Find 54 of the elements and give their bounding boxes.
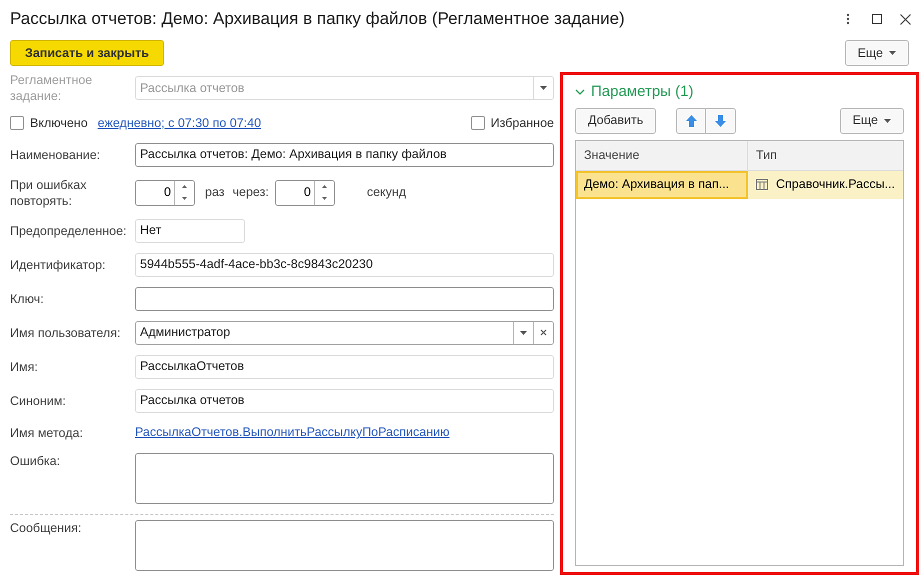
clear-icon[interactable]	[540, 329, 547, 336]
checkbox-label: Избранное	[490, 115, 554, 132]
field-label: Синоним:	[10, 392, 67, 409]
number-spinner[interactable]: 0	[135, 180, 195, 206]
table-icon	[756, 179, 768, 190]
field-label: Сообщения:	[10, 520, 82, 537]
column-header[interactable]: Значение	[576, 140, 748, 170]
method-link[interactable]: РассылкаОтчетов.ВыполнитьРассылкуПоРасписанию	[135, 423, 450, 442]
column-header[interactable]: Тип	[748, 140, 903, 170]
save-and-close-button[interactable]: Записать и закрыть	[10, 40, 164, 66]
text-area[interactable]	[135, 452, 554, 504]
checkbox-label: Включено	[30, 115, 88, 132]
caret-icon	[520, 330, 527, 335]
number-spinner[interactable]: 0	[274, 180, 335, 206]
unit-label: секунд	[366, 184, 406, 202]
field-label: Имя пользователя:	[10, 324, 122, 341]
down-arrow-icon	[715, 114, 726, 126]
text-field[interactable]: Нет	[135, 218, 245, 243]
field-label: Идентификатор:	[10, 256, 106, 273]
field-label: Наименование:	[10, 146, 102, 163]
table-cell-text: Справочник.Рассы...	[776, 176, 895, 194]
close-icon[interactable]	[900, 14, 911, 24]
table-cell[interactable]: Демо: Архивация в пап...	[576, 170, 748, 198]
window-title: Рассылка отчетов: Демо: Архивация в папку файлов (Регламентное задание)	[10, 8, 626, 30]
caret-icon	[884, 118, 891, 122]
field-label: через:	[232, 184, 269, 202]
text-field[interactable]: РассылкаОтчетов	[135, 354, 554, 379]
more-icon[interactable]	[846, 13, 850, 25]
chevron-icon[interactable]	[575, 88, 585, 96]
field-label: Регламентное задание:	[10, 72, 94, 104]
text-field[interactable]: 5944b555-4adf-4ace-bb3c-8c9843c20230	[135, 252, 554, 277]
field-label: Имя:	[10, 358, 39, 375]
more-button[interactable]: Еще	[844, 40, 909, 66]
more-button[interactable]: Еще	[840, 108, 904, 134]
checkbox[interactable]	[10, 116, 24, 130]
text-area[interactable]	[135, 520, 554, 571]
checkbox[interactable]	[470, 116, 485, 130]
text-field[interactable]	[135, 286, 554, 311]
text-field[interactable]: Рассылка отчетов	[135, 388, 554, 413]
field-label: При ошибках повторять:	[10, 176, 88, 209]
maximize-icon[interactable]	[872, 14, 882, 24]
caret-icon	[540, 86, 547, 90]
field-label: Ошибка:	[10, 452, 62, 470]
text-field[interactable]: Рассылка отчетов: Демо: Архивация в папку файлов	[135, 142, 554, 167]
unit-label: раз	[205, 184, 224, 202]
caret-icon	[889, 51, 896, 55]
field-label: Имя метода:	[10, 424, 84, 441]
field-label: Ключ:	[10, 290, 45, 307]
field-label: Предопределенное:	[10, 222, 128, 239]
add-button[interactable]: Добавить	[575, 108, 656, 134]
select-field[interactable]: Администратор	[135, 320, 554, 345]
table-row[interactable]: Демо: Архивация в пап... Справочник.Рассы...	[576, 170, 903, 198]
schedule-link[interactable]: ежедневно; с 07:30 по 07:40	[98, 114, 262, 133]
up-arrow-icon	[686, 114, 697, 126]
